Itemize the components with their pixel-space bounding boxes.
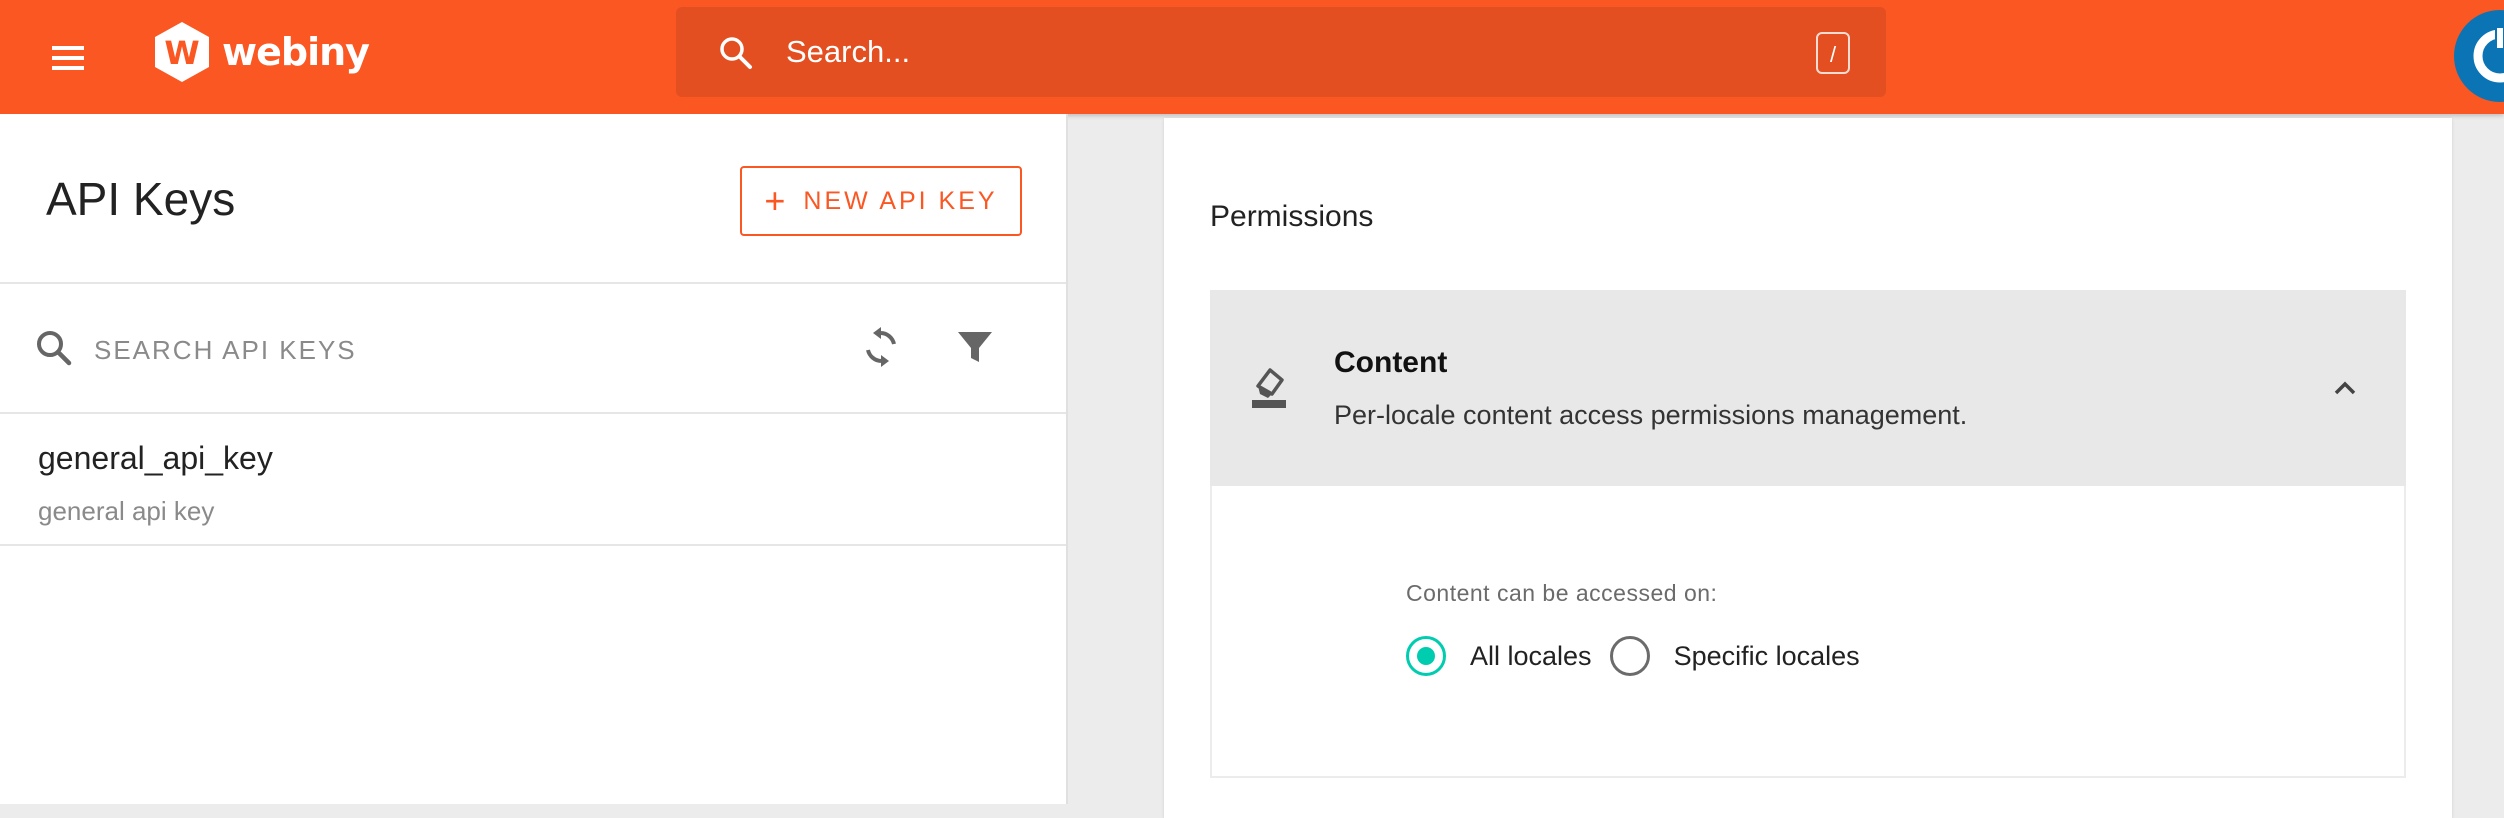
permissions-title: Permissions [1210,200,1374,233]
webiny-logo-icon: W [155,22,209,82]
plus-icon: + [764,180,786,221]
top-app-bar: W webiny / [0,0,2504,114]
locale-radio-group: All locales Specific locales [1406,636,1878,676]
api-key-name: general_api_key [38,440,273,476]
webiny-logo[interactable]: W webiny [152,20,370,92]
svg-text:W: W [164,34,199,72]
search-icon [720,37,752,69]
access-label: Content can be accessed on: [1406,580,1718,606]
new-api-key-button[interactable]: + NEW API KEY [740,166,1022,236]
permissions-card: Permissions Content Per-locale content a… [1164,118,2452,818]
all-locales-radio[interactable] [1406,636,1446,676]
content-title: Content [1334,346,1448,379]
api-keys-list-panel: API Keys + NEW API KEY general_api_key g… [0,114,1068,804]
content-description: Per-locale content access permissions ma… [1334,400,1968,430]
new-api-key-label: NEW API KEY [803,186,998,215]
content-accordion-header[interactable]: Content Per-locale content access permis… [1210,290,2406,486]
brand-name: webiny [222,30,370,74]
specific-locales-radio[interactable] [1609,636,1650,676]
search-shortcut-hint: / [1816,32,1850,74]
specific-locales-label[interactable]: Specific locales [1674,641,1860,672]
global-search: / [676,7,1886,97]
chevron-up-icon[interactable] [2328,374,2362,402]
filter-icon[interactable] [954,326,996,368]
content-eraser-icon [1252,368,1286,408]
divider [0,282,1066,284]
content-accordion-body: Content can be accessed on: All locales … [1210,486,2406,778]
refresh-icon[interactable] [858,324,904,370]
api-key-description: general api key [38,496,215,526]
user-avatar-icon[interactable] [2454,10,2504,102]
all-locales-label[interactable]: All locales [1470,641,1592,672]
api-keys-search-input[interactable] [92,326,716,374]
list-item[interactable]: general_api_key general api key [0,414,1066,544]
menu-icon[interactable] [44,34,92,82]
global-search-input[interactable] [784,27,1688,77]
page-title: API Keys [46,173,236,225]
search-icon [37,331,72,366]
divider [0,544,1066,546]
